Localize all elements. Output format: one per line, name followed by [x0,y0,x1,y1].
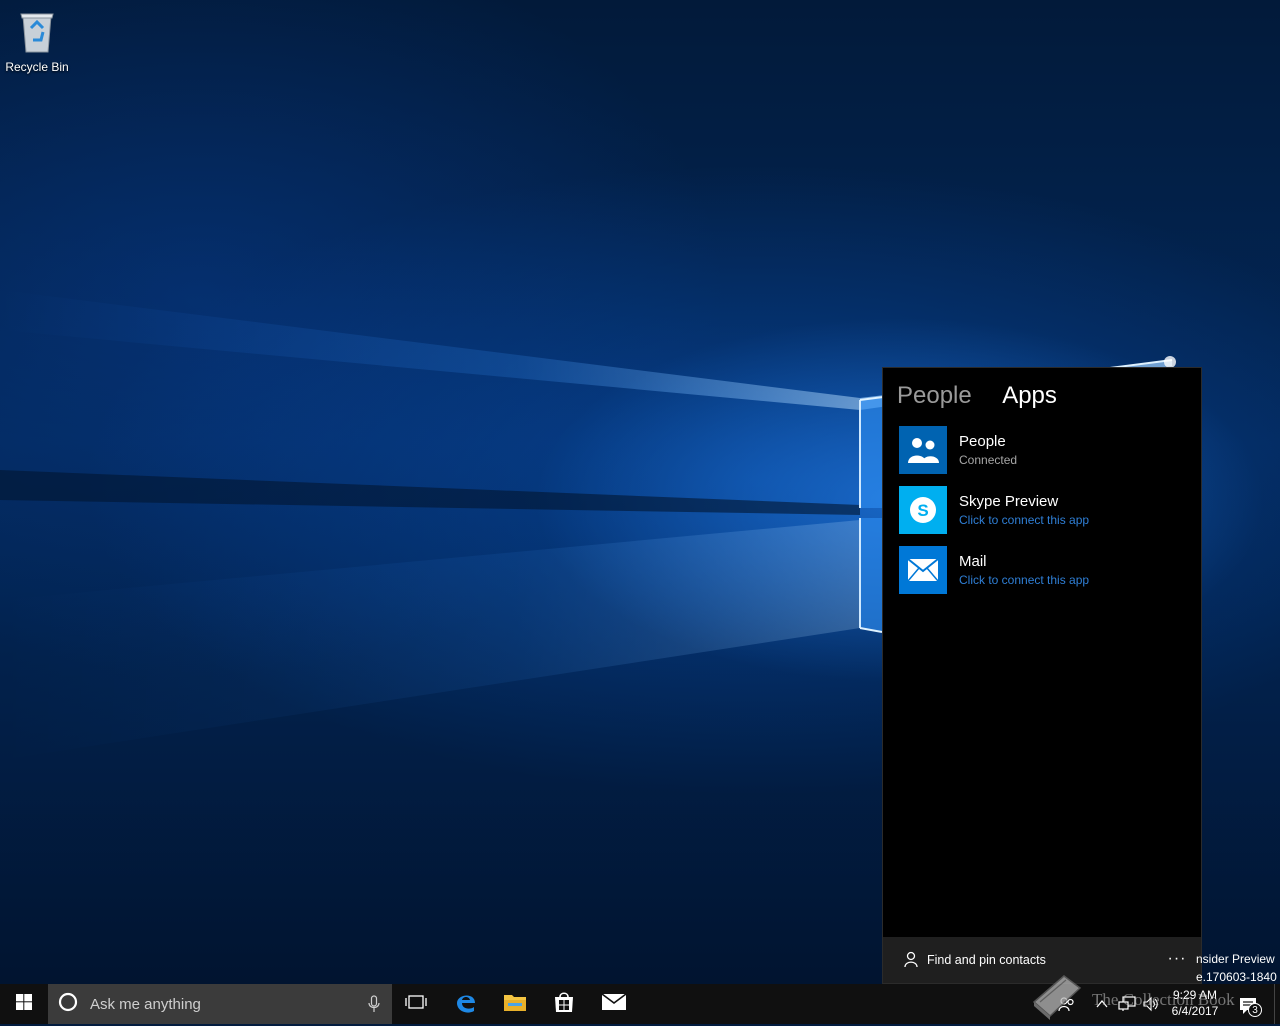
microphone-icon[interactable] [368,995,380,1017]
task-view-button[interactable] [392,984,440,1024]
file-explorer-icon [503,992,527,1016]
taskbar: 9:29 AM 6/4/2017 3 [0,984,1280,1024]
tab-apps[interactable]: Apps [1002,382,1057,410]
connect-app-link[interactable]: Click to connect this app [959,512,1089,528]
app-name: Mail [959,552,987,570]
connect-app-link[interactable]: Click to connect this app [959,572,1089,588]
svg-text:S: S [917,501,928,520]
collection-book-watermark: The Collection Book [1092,990,1235,1009]
app-status: Connected [959,452,1018,467]
skype-icon: S [899,486,947,534]
person-icon [903,951,927,970]
mail-icon [601,993,627,1015]
people-flyout: People Apps People Connected S Skype Pre… [882,367,1202,984]
search-input[interactable] [88,994,352,1014]
people-icon [899,426,947,474]
windows-logo-icon [16,994,32,1014]
recycle-bin-icon [17,13,57,58]
cortana-search-box[interactable] [48,984,392,1024]
cortana-icon [58,992,78,1016]
app-item-people[interactable]: People Connected [899,426,1189,474]
find-and-pin-label: Find and pin contacts [927,953,1046,967]
task-view-icon [405,994,427,1014]
file-explorer-button[interactable] [491,984,539,1024]
recycle-bin[interactable]: Recycle Bin [4,8,70,74]
show-desktop-button[interactable] [1274,984,1280,1024]
notification-count-badge: 3 [1248,1003,1262,1017]
start-button[interactable] [0,984,48,1024]
find-and-pin-contacts-button[interactable]: Find and pin contacts [903,951,1046,970]
app-item-skype-preview[interactable]: S Skype Preview Click to connect this ap… [899,486,1189,534]
mail-taskbar-button[interactable] [590,984,638,1024]
edge-icon [454,990,478,1018]
store-icon [553,991,575,1017]
more-options-button[interactable]: ··· [1165,949,1189,969]
recycle-bin-label: Recycle Bin [5,60,69,74]
book-watermark-icon [1028,972,1084,1026]
watermark-line: nsider Preview [1196,952,1275,966]
app-list: People Connected S Skype Preview Click t… [899,426,1189,606]
tab-people[interactable]: People [897,382,972,410]
edge-button[interactable] [442,984,490,1024]
app-item-mail[interactable]: Mail Click to connect this app [899,546,1189,594]
build-watermark: nsider Preview e.170603-1840 [1196,950,1277,986]
mail-icon [899,546,947,594]
app-name: Skype Preview [959,492,1059,510]
flyout-tabs: People Apps [897,382,1083,418]
store-button[interactable] [540,984,588,1024]
app-name: People [959,432,1006,450]
